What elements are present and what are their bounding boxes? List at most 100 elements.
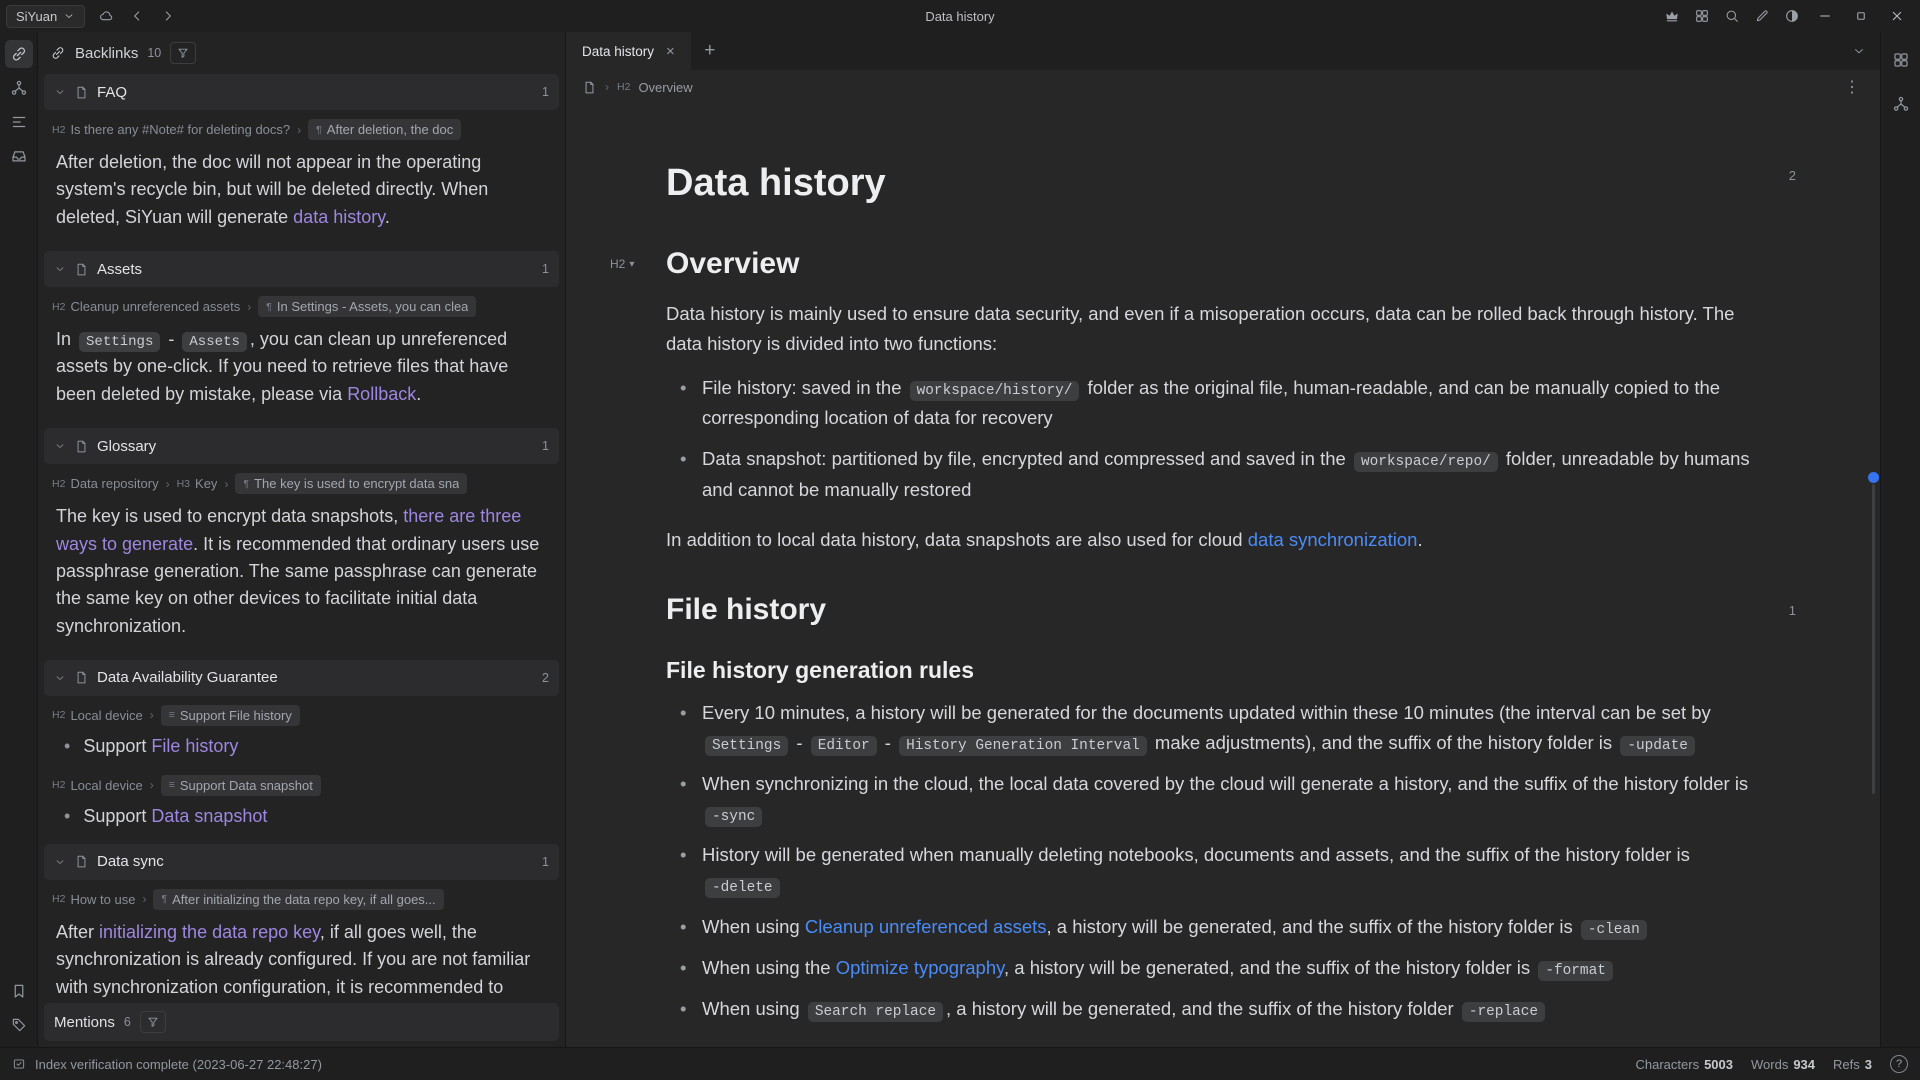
breadcrumb-item[interactable]: ¶In Settings - Assets, you can clea bbox=[258, 296, 476, 317]
breadcrumb-item[interactable]: ≡Support File history bbox=[161, 705, 300, 726]
heading-overview[interactable]: Overview bbox=[666, 247, 1766, 281]
dock-plugin-button[interactable] bbox=[1887, 46, 1915, 74]
mentions-filter-button[interactable] bbox=[140, 1011, 166, 1033]
breadcrumb-item[interactable]: H2Data repository bbox=[52, 476, 159, 491]
tab-data-history[interactable]: Data history × bbox=[566, 32, 691, 70]
backlink-paragraph[interactable]: In Settings - Assets, you can clean up u… bbox=[44, 320, 559, 420]
block-type-icon: H2 bbox=[52, 709, 65, 721]
more-menu-button[interactable]: ⋮ bbox=[1840, 77, 1864, 97]
backlink-paragraph[interactable]: The key is used to encrypt data snapshot… bbox=[44, 497, 559, 652]
breadcrumb-item[interactable]: H3Key bbox=[177, 476, 218, 491]
breadcrumb-item[interactable]: H2Local device bbox=[52, 708, 143, 723]
inline-link[interactable]: data synchronization bbox=[1248, 529, 1418, 550]
inline-link[interactable]: Rollback bbox=[347, 384, 416, 404]
backlink-list-item[interactable]: • Support Data snapshot bbox=[44, 799, 559, 836]
backlink-paragraph[interactable]: After deletion, the doc will not appear … bbox=[44, 143, 559, 243]
help-button[interactable]: ? bbox=[1890, 1055, 1908, 1073]
plugin-icon bbox=[1892, 51, 1910, 69]
doc-list-item[interactable]: When using Search replace, a history wil… bbox=[666, 994, 1766, 1024]
edit-mode-button[interactable] bbox=[1748, 3, 1776, 29]
text-segment: , a history will be generated, and the s… bbox=[946, 998, 1459, 1019]
doc-list-item[interactable]: When using Cleanup unreferenced assets, … bbox=[666, 912, 1766, 942]
breadcrumb-item[interactable]: H2Local device bbox=[52, 778, 143, 793]
collapse-triangle-icon[interactable]: ▾ bbox=[629, 259, 634, 270]
text-segment: Support bbox=[83, 736, 151, 756]
doc-list-item[interactable]: File history: saved in the workspace/his… bbox=[666, 373, 1766, 433]
membership-button[interactable] bbox=[1658, 3, 1686, 29]
breadcrumb-item[interactable]: H2How to use bbox=[52, 892, 135, 907]
new-tab-button[interactable]: + bbox=[691, 32, 729, 70]
app-menu-button[interactable]: SiYuan bbox=[6, 5, 85, 28]
tab-close-icon[interactable]: × bbox=[666, 43, 675, 60]
dock-tag-button[interactable] bbox=[5, 1011, 33, 1039]
breadcrumb-item[interactable]: H2Is there any #Note# for deleting docs? bbox=[52, 122, 290, 137]
maximize-button[interactable] bbox=[1844, 2, 1878, 30]
doc-list-item[interactable]: History will be generated when manually … bbox=[666, 840, 1766, 900]
inline-link[interactable]: Data snapshot bbox=[151, 806, 267, 826]
back-button[interactable] bbox=[123, 3, 151, 29]
text-segment: When using the bbox=[702, 957, 836, 978]
doc-paragraph[interactable]: Data history is mainly used to ensure da… bbox=[666, 299, 1766, 359]
backlink-doc-header[interactable]: FAQ 1 bbox=[44, 74, 559, 110]
dock-backlinks-button[interactable] bbox=[5, 40, 33, 68]
backlink-count-badge[interactable]: 2 bbox=[1789, 168, 1796, 183]
scroll-position-dot[interactable] bbox=[1868, 472, 1879, 483]
dock-outline-button[interactable] bbox=[5, 108, 33, 136]
close-button[interactable] bbox=[1880, 2, 1914, 30]
backlink-count-badge[interactable]: 1 bbox=[1789, 603, 1796, 618]
inline-link[interactable]: Optimize typography bbox=[836, 957, 1004, 978]
breadcrumb-item[interactable]: Overview bbox=[638, 80, 692, 95]
backlinks-count-badge: 10 bbox=[147, 46, 161, 60]
breadcrumb-item[interactable]: H2Cleanup unreferenced assets bbox=[52, 299, 240, 314]
cloud-sync-button[interactable] bbox=[92, 3, 120, 29]
backlinks-filter-button[interactable] bbox=[170, 42, 196, 64]
scrollbar-thumb[interactable] bbox=[1872, 484, 1875, 794]
inline-code: -update bbox=[1620, 736, 1695, 756]
doc-list-item[interactable]: When using the Optimize typography, a hi… bbox=[666, 953, 1766, 983]
theme-toggle-button[interactable] bbox=[1778, 3, 1806, 29]
backlink-doc-count: 1 bbox=[542, 855, 549, 869]
inline-link[interactable]: data history bbox=[293, 207, 385, 227]
heading-generation-rules[interactable]: File history generation rules bbox=[666, 657, 1766, 684]
document-icon[interactable] bbox=[582, 80, 597, 95]
backlink-doc-header[interactable]: Data sync 1 bbox=[44, 844, 559, 880]
heading-gutter[interactable]: H2 ▾ bbox=[610, 257, 634, 271]
breadcrumb-item[interactable]: ¶The key is used to encrypt data sna bbox=[235, 473, 467, 494]
inline-code: Settings bbox=[705, 736, 788, 756]
forward-button[interactable] bbox=[154, 3, 182, 29]
backlink-doc-header[interactable]: Glossary 1 bbox=[44, 428, 559, 464]
backlink-paragraph[interactable]: After initializing the data repo key, if… bbox=[44, 913, 559, 999]
minimize-button[interactable] bbox=[1808, 2, 1842, 30]
right-dock bbox=[1880, 32, 1920, 1047]
mentions-bar[interactable]: Mentions 6 bbox=[44, 1003, 559, 1041]
inline-link[interactable]: initializing the data repo key bbox=[99, 922, 320, 942]
breadcrumb-item[interactable]: ≡Support Data snapshot bbox=[161, 775, 321, 796]
backlink-breadcrumb: H2Cleanup unreferenced assets›¶In Settin… bbox=[44, 287, 559, 320]
titlebar-actions bbox=[1658, 2, 1914, 30]
global-search-button[interactable] bbox=[1718, 3, 1746, 29]
doc-list-item[interactable]: Data snapshot: partitioned by file, encr… bbox=[666, 444, 1766, 504]
breadcrumb-item[interactable]: ¶After initializing the data repo key, i… bbox=[153, 889, 443, 910]
doc-title[interactable]: Data history 2 bbox=[666, 162, 1766, 205]
heading-file-history[interactable]: File history bbox=[666, 593, 1766, 627]
backlink-list-item[interactable]: • Support File history bbox=[44, 729, 559, 766]
backlink-doc-header[interactable]: Assets 1 bbox=[44, 251, 559, 287]
dock-inbox-button[interactable] bbox=[5, 142, 33, 170]
doc-list-item[interactable]: When synchronizing in the cloud, the loc… bbox=[666, 769, 1766, 829]
plugins-button[interactable] bbox=[1688, 3, 1716, 29]
doc-paragraph[interactable]: In addition to local data history, data … bbox=[666, 525, 1766, 555]
dock-graph-button[interactable] bbox=[1887, 90, 1915, 118]
text-segment: After bbox=[56, 922, 99, 942]
document: Data history 2 H2 ▾ Overview Data histor… bbox=[666, 104, 1766, 1047]
inline-link[interactable]: Cleanup unreferenced assets bbox=[805, 916, 1047, 937]
tab-list-button[interactable] bbox=[1838, 32, 1880, 70]
backlinks-list: FAQ 1 H2Is there any #Note# for deleting… bbox=[38, 74, 565, 999]
backlink-doc-header[interactable]: Data Availability Guarantee 2 bbox=[44, 660, 559, 696]
pencil-icon bbox=[1754, 8, 1770, 24]
breadcrumb-item[interactable]: ¶After deletion, the doc bbox=[308, 119, 461, 140]
doc-list-item[interactable]: Every 10 minutes, a history will be gene… bbox=[666, 698, 1766, 758]
dock-graph-button[interactable] bbox=[5, 74, 33, 102]
inline-link[interactable]: File history bbox=[151, 736, 238, 756]
inline-code: Assets bbox=[182, 332, 247, 352]
dock-bookmark-button[interactable] bbox=[5, 977, 33, 1005]
